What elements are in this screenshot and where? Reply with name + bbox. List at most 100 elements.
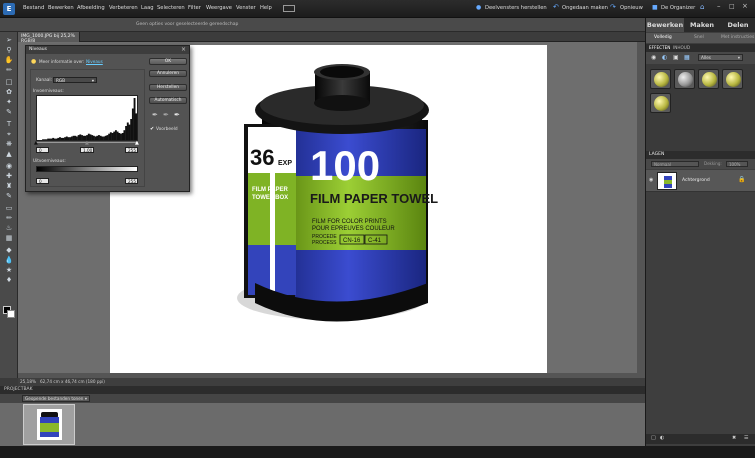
maximize-icon[interactable]: □ [729,3,735,10]
gradient-tool-icon[interactable]: ▦ [4,234,14,243]
effect-thumb[interactable] [698,69,719,89]
zoom-tool-icon[interactable]: ⚲ [4,46,14,55]
output-high-field[interactable]: 255 [125,178,138,184]
black-eyedropper-icon[interactable]: ✒ [152,111,158,119]
dialog-close-icon[interactable]: × [181,46,186,53]
gray-eyedropper-icon[interactable]: ✒ [163,111,169,119]
menu-afbeelding[interactable]: Afbeelding [77,5,105,11]
effect-thumb[interactable] [650,69,671,89]
input-white-slider[interactable]: ▲ [135,140,139,146]
effect-thumb[interactable] [674,69,695,89]
move-tool-icon[interactable]: ➢ [4,36,14,45]
bevels-icon[interactable]: ▦ [684,54,690,61]
menu-bewerken[interactable]: Bewerken [48,5,74,11]
tab-delen[interactable]: Delen [720,18,755,32]
layer-row[interactable]: ◉ Achtergrond 🔒 [646,170,755,192]
layer-styles-icon[interactable]: ◐ [662,54,667,61]
cookie-cutter-icon[interactable]: ❋ [4,140,14,149]
menu-bestand[interactable]: Bestand [23,5,44,11]
brush-tool-icon[interactable]: ✎ [4,192,14,201]
content-tab[interactable]: INHOUD [673,45,690,50]
close-icon[interactable]: × [742,2,748,10]
menu-weergave[interactable]: Weergave [206,5,232,11]
effects-tab[interactable]: EFFECTEN [649,45,670,50]
tab-maken[interactable]: Maken [684,18,720,32]
filters-icon[interactable]: ◉ [651,54,656,61]
healing-brush-icon[interactable]: ✚ [4,172,14,181]
blend-mode-select[interactable]: Normaal [651,161,699,167]
white-eyedropper-icon[interactable]: ✒ [174,111,180,119]
organizer-button[interactable]: De Organizer [661,5,695,11]
opacity-field[interactable]: 100% [726,161,748,167]
visibility-eye-icon[interactable]: ◉ [649,177,653,183]
vertical-scrollbar[interactable] [637,42,645,373]
redo-icon[interactable]: ↷ [610,3,616,11]
dialog-titlebar[interactable]: Niveaus × [26,46,189,54]
undo-icon[interactable]: ↶ [553,3,559,11]
menu-laag[interactable]: Laag [141,5,154,11]
reset-panels-button[interactable]: Deelvensters herstellen [485,5,547,11]
home-icon[interactable]: ⌂ [700,3,704,11]
output-low-field[interactable]: 0 [36,178,49,184]
shape-tool-icon[interactable]: ◆ [4,246,14,255]
sponge-tool-icon[interactable]: ★ [4,266,14,275]
input-low-field[interactable]: 0 [36,147,49,153]
menu-help[interactable]: Help [260,5,272,11]
menu-filter[interactable]: Filter [188,5,201,11]
smart-brush-icon[interactable]: ♦ [4,276,14,285]
eyedropper-tool-icon[interactable]: ✏ [4,66,14,75]
redo-button[interactable]: Opnieuw [620,5,643,11]
arrange-icon[interactable] [283,5,295,12]
project-bin-thumbnail[interactable] [23,404,75,445]
effect-thumb[interactable] [650,93,671,113]
pencil-tool-icon[interactable]: ✏ [4,214,14,223]
histogram-bar [77,135,80,140]
subtab-volledig[interactable]: Volledig [654,35,672,40]
red-eye-tool-icon[interactable]: ◉ [4,162,14,171]
undo-button[interactable]: Ongedaan maken [562,5,608,11]
background-color-swatch[interactable] [7,310,15,318]
menu-venster[interactable]: Venster [236,5,256,11]
effect-thumb[interactable] [722,69,743,89]
reset-button[interactable]: Herstellen [149,84,187,91]
cancel-button[interactable]: Annuleren [149,70,187,77]
blur-tool-icon[interactable]: 💧 [4,256,14,265]
new-layer-icon[interactable]: □ [651,435,656,441]
zoom-level[interactable]: 25,18% [20,379,36,384]
selection-brush-icon[interactable]: ✎ [4,108,14,117]
minimize-icon[interactable]: – [717,2,721,10]
lasso-tool-icon[interactable]: ✿ [4,88,14,97]
channel-select[interactable]: RGB ▾ [53,77,97,83]
type-tool-icon[interactable]: T [4,120,14,129]
adjustment-layer-icon[interactable]: ◐ [660,435,664,441]
effects-dropdown[interactable]: Alles ▾ [698,54,743,61]
magic-wand-tool-icon[interactable]: ✦ [4,98,14,107]
learn-more-link[interactable]: Niveaus [86,59,103,64]
menu-verbeteren[interactable]: Verbeteren [109,5,138,11]
input-mid-field[interactable]: 1,00 [80,147,94,153]
crop-tool-icon[interactable]: ⌖ [4,130,14,139]
auto-button[interactable]: Automatisch [149,97,187,104]
eraser-tool-icon[interactable]: ▭ [4,204,14,213]
input-gray-slider[interactable]: ▲ [85,140,89,146]
ok-button[interactable]: OK [149,58,187,65]
menu-selecteren[interactable]: Selecteren [157,5,185,11]
subtab-instructies[interactable]: Met instructies [721,35,754,40]
clone-stamp-icon[interactable]: ♜ [4,182,14,191]
preview-checkbox[interactable]: ✔ [150,126,154,132]
input-high-field[interactable]: 255 [125,147,138,153]
photo-effects-icon[interactable]: ▣ [673,54,679,61]
paint-bucket-icon[interactable]: ♨ [4,224,14,233]
hand-tool-icon[interactable]: ✋ [4,56,14,65]
project-bin-dropdown[interactable]: Geopende bestanden tonen ▾ [22,395,90,402]
tab-bewerken[interactable]: Bewerken [646,18,684,32]
organizer-icon[interactable]: ■ [652,4,658,11]
subtab-snel[interactable]: Snel [694,35,704,40]
layers-menu-icon[interactable]: ☰ [744,435,748,441]
straighten-tool-icon[interactable]: ▲ [4,150,14,159]
marquee-tool-icon[interactable]: □ [4,78,14,87]
input-black-slider[interactable]: ▲ [34,140,38,146]
delete-layer-icon[interactable]: ✖ [732,435,736,441]
document-tab[interactable]: IMG_1000.JPG bij 25,2% RGB/8 [18,32,80,44]
reset-panels-icon[interactable]: ● [476,4,481,11]
